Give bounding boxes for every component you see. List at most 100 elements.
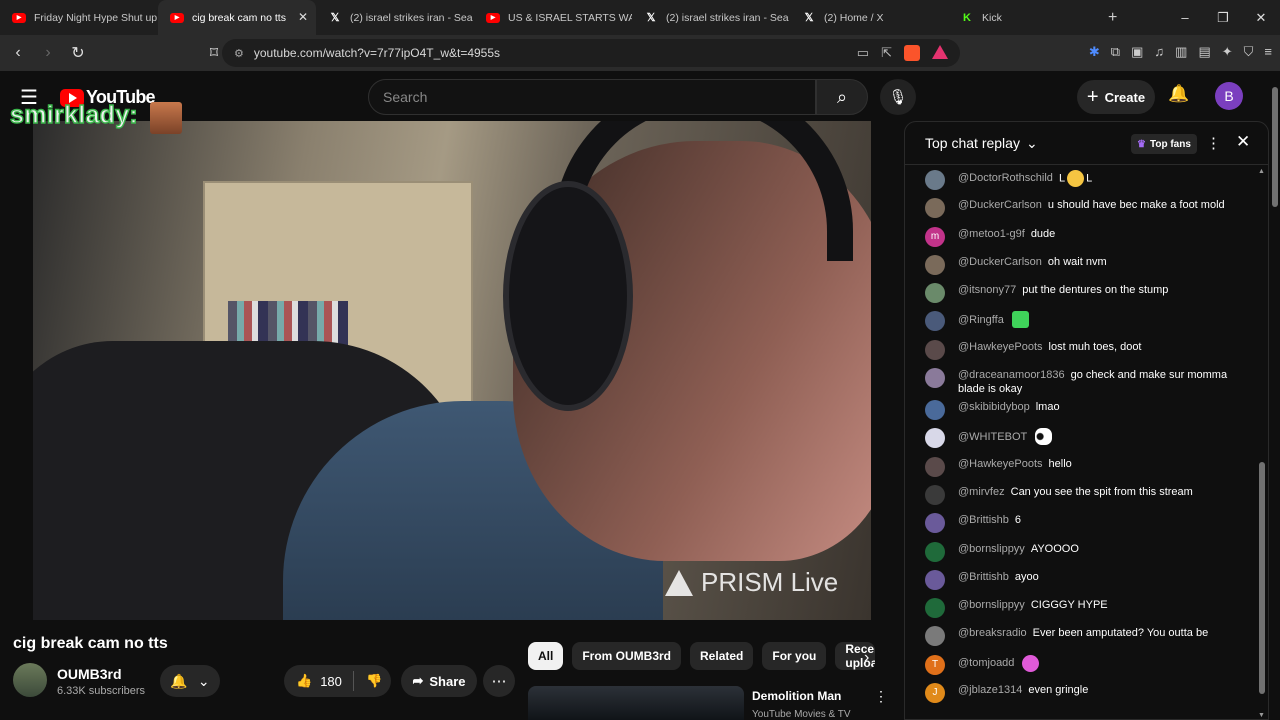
- cast-icon[interactable]: ▭: [857, 45, 869, 61]
- chat-author-name[interactable]: @draceanamoor1836: [958, 369, 1065, 381]
- wallet-icon[interactable]: ▤: [1198, 44, 1210, 60]
- chat-author-avatar[interactable]: [925, 311, 945, 332]
- create-button[interactable]: + Create: [1077, 80, 1155, 114]
- subscription-bell-button[interactable]: 🔔 ⌄: [160, 665, 220, 697]
- related-video-menu-icon[interactable]: ⋮: [874, 688, 888, 705]
- chat-author-avatar[interactable]: [925, 254, 945, 275]
- chat-author-name[interactable]: @tomjoadd: [958, 657, 1014, 669]
- url-field[interactable]: ⚙ youtube.com/watch?v=7r77ipO4T_w&t=4955…: [222, 39, 960, 67]
- vpn-icon[interactable]: ⛉: [1244, 44, 1254, 60]
- extension-icon[interactable]: ✱: [1089, 44, 1100, 60]
- reload-icon[interactable]: ↻: [66, 43, 90, 63]
- chat-author-name[interactable]: @mirvfez: [958, 486, 1005, 498]
- account-avatar[interactable]: B: [1215, 82, 1243, 110]
- chat-author-name[interactable]: @Brittishb: [958, 571, 1009, 583]
- dislike-button[interactable]: 👎: [354, 673, 382, 689]
- chat-author-avatar[interactable]: J: [925, 683, 945, 704]
- chat-scrollbar-thumb[interactable]: [1259, 462, 1265, 694]
- channel-avatar[interactable]: [13, 663, 47, 697]
- more-actions-button[interactable]: ⋯: [483, 665, 515, 697]
- voice-search-button[interactable]: 🎙: [880, 79, 916, 115]
- chat-author-name[interactable]: @bornslippyy: [958, 599, 1025, 611]
- chip-for-you[interactable]: For you: [762, 642, 827, 670]
- chat-author-name[interactable]: @jblaze1314: [958, 684, 1022, 696]
- new-tab-icon[interactable]: +: [1108, 9, 1117, 27]
- sidebar-icon[interactable]: ▣: [1131, 44, 1143, 60]
- scroll-down-icon[interactable]: ▼: [1258, 712, 1265, 719]
- menu-icon[interactable]: ≡: [1264, 44, 1272, 60]
- chat-author-name[interactable]: @itsnony77: [958, 284, 1016, 296]
- media-icon[interactable]: ♫: [1154, 44, 1164, 60]
- chip-all[interactable]: All: [528, 642, 564, 670]
- chat-author-avatar[interactable]: [925, 513, 945, 534]
- chevron-right-icon[interactable]: ›: [864, 649, 869, 667]
- chat-author-name[interactable]: @DuckerCarlson: [958, 199, 1042, 211]
- chat-scrollbar[interactable]: ▲ ▼: [1256, 166, 1268, 719]
- brave-shields-icon[interactable]: [904, 45, 920, 61]
- chat-author-avatar[interactable]: [925, 198, 945, 219]
- share-page-icon[interactable]: ⇱: [881, 45, 892, 61]
- search-input[interactable]: [383, 89, 783, 105]
- chat-author-avatar[interactable]: [925, 428, 945, 449]
- chat-author-avatar[interactable]: [925, 541, 945, 562]
- chat-author-name[interactable]: @skibibidybop: [958, 401, 1030, 413]
- browser-tab-active[interactable]: ▶ cig break cam no tts ✕: [158, 0, 316, 35]
- browser-tab[interactable]: 𝕏 (2) israel strikes iran - Sea: [316, 0, 474, 35]
- like-button[interactable]: 👍 180: [284, 671, 354, 691]
- chat-author-avatar[interactable]: [925, 368, 945, 389]
- close-window-icon[interactable]: ✕: [1242, 10, 1280, 26]
- related-video-thumbnail[interactable]: [528, 686, 744, 720]
- chat-author-name[interactable]: @HawkeyePoots: [958, 341, 1043, 353]
- page-scrollbar-thumb[interactable]: [1272, 87, 1278, 207]
- browser-tab[interactable]: 𝕏 (2) Home / X: [790, 0, 948, 35]
- chat-author-avatar[interactable]: T: [925, 654, 945, 675]
- chat-author-name[interactable]: @metoo1-g9f: [958, 228, 1025, 240]
- panel-icon[interactable]: ▥: [1175, 44, 1187, 60]
- notifications-bell-icon[interactable]: 🔔: [1168, 84, 1189, 104]
- scroll-up-icon[interactable]: ▲: [1258, 168, 1265, 175]
- share-button[interactable]: ➦ Share: [401, 665, 477, 697]
- chat-author-avatar[interactable]: [925, 400, 945, 421]
- minimize-icon[interactable]: –: [1166, 10, 1204, 25]
- forward-icon[interactable]: ›: [36, 44, 60, 62]
- chat-mode-dropdown[interactable]: Top chat replay ⌄: [925, 135, 1038, 152]
- top-fans-button[interactable]: ♛ Top fans: [1131, 134, 1197, 154]
- chat-author-name[interactable]: @breaksradio: [958, 627, 1027, 639]
- chat-author-name[interactable]: @DuckerCarlson: [958, 256, 1042, 268]
- chat-author-avatar[interactable]: [925, 569, 945, 590]
- brave-rewards-icon[interactable]: [932, 45, 948, 59]
- chat-author-name[interactable]: @HawkeyePoots: [958, 458, 1043, 470]
- close-chat-icon[interactable]: ✕: [1236, 132, 1250, 152]
- chat-author-name[interactable]: @Brittishb: [958, 514, 1009, 526]
- restore-icon[interactable]: ❐: [1204, 10, 1242, 26]
- chat-author-avatar[interactable]: [925, 283, 945, 304]
- chip-from-channel[interactable]: From OUMB3rd: [572, 642, 682, 670]
- video-player[interactable]: PRISM Live: [33, 121, 871, 620]
- chat-author-avatar[interactable]: [925, 484, 945, 505]
- chat-author-name[interactable]: @Ringffa: [958, 314, 1004, 326]
- back-icon[interactable]: ‹: [6, 44, 30, 62]
- chat-author-name[interactable]: @WHITEBOT: [958, 431, 1027, 443]
- chat-author-avatar[interactable]: m: [925, 226, 945, 247]
- close-tab-icon[interactable]: ✕: [298, 10, 308, 24]
- leo-icon[interactable]: ✦: [1222, 44, 1233, 60]
- chat-author-avatar[interactable]: [925, 170, 945, 190]
- browser-tab[interactable]: K Kick: [948, 0, 1098, 35]
- chat-menu-icon[interactable]: ⋮: [1206, 134, 1221, 152]
- browser-tab[interactable]: 𝕏 (2) israel strikes iran - Sea: [632, 0, 790, 35]
- site-info-icon[interactable]: ⚙: [234, 47, 244, 60]
- chat-author-avatar[interactable]: [925, 339, 945, 360]
- chat-author-name[interactable]: @DoctorRothschild: [958, 172, 1053, 184]
- related-video-title[interactable]: Demolition Man: [752, 689, 841, 703]
- chat-author-name[interactable]: @bornslippyy: [958, 543, 1025, 555]
- chip-recently-uploaded[interactable]: Recently uploaded: [835, 642, 876, 670]
- chip-related[interactable]: Related: [690, 642, 754, 670]
- puzzle-icon[interactable]: ⧉: [1111, 44, 1120, 60]
- chat-author-avatar[interactable]: [925, 598, 945, 619]
- chat-author-avatar[interactable]: [925, 456, 945, 477]
- search-button[interactable]: ⌕: [816, 79, 868, 115]
- browser-tab[interactable]: ▶ Friday Night Hype Shut up: [0, 0, 158, 35]
- channel-name[interactable]: OUMB3rd: [57, 666, 122, 682]
- chat-author-avatar[interactable]: [925, 626, 945, 647]
- page-scrollbar[interactable]: [1270, 71, 1280, 720]
